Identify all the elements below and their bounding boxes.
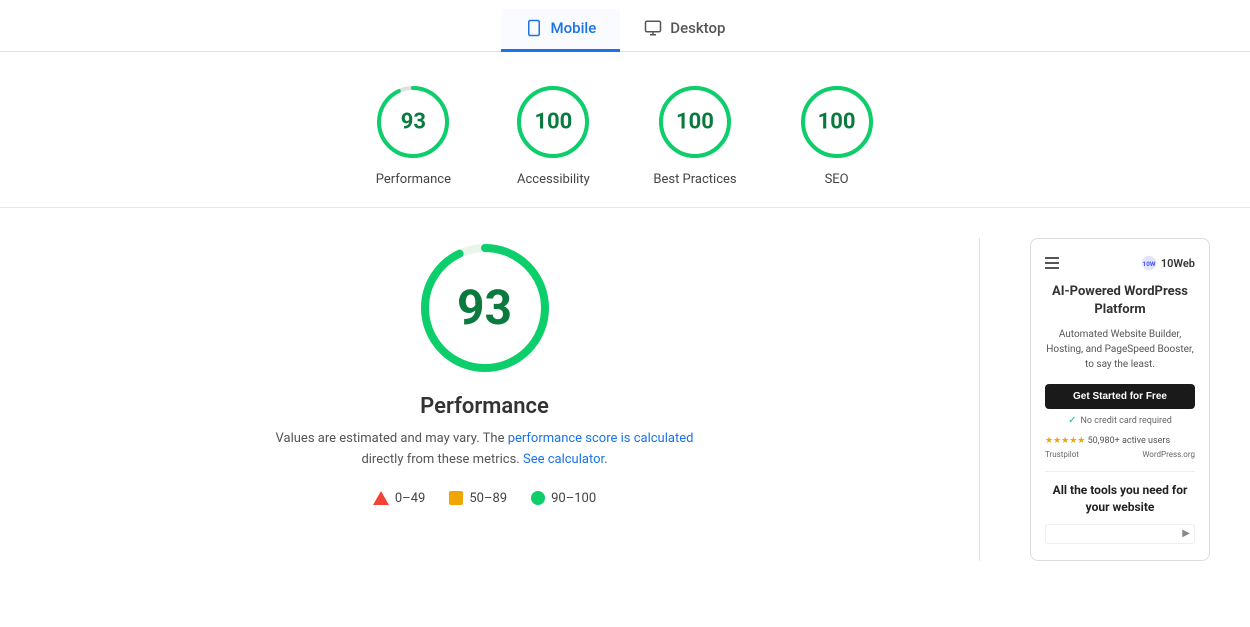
legend-good-range: 90–100: [551, 491, 596, 506]
score-circle-accessibility: 100: [513, 82, 593, 162]
ad-panel: 10W 10Web AI-Powered WordPress Platform …: [1030, 238, 1210, 561]
tab-bar: Mobile Desktop: [0, 0, 1250, 52]
ad-no-card: ✓ No credit card required: [1045, 415, 1195, 426]
vertical-divider: [979, 238, 980, 561]
ad-menu-icon[interactable]: [1045, 257, 1059, 269]
ad-user-count: 50,980+ active users: [1088, 436, 1171, 446]
ad-footer-title: All the tools you need for your website: [1045, 482, 1195, 516]
main-content: 93 Performance Values are estimated and …: [0, 208, 1250, 591]
legend-poor: 0–49: [373, 491, 425, 506]
tab-desktop[interactable]: Desktop: [620, 9, 749, 52]
desktop-icon: [644, 19, 662, 37]
description-middle: directly from these metrics.: [361, 452, 523, 467]
score-circle-performance: 93: [373, 82, 453, 162]
good-icon: [531, 491, 545, 505]
seo-score-value: 100: [818, 110, 856, 135]
tab-mobile[interactable]: Mobile: [501, 9, 621, 52]
expand-icon: ▶: [1182, 528, 1190, 539]
accessibility-score-label: Accessibility: [517, 172, 590, 187]
score-legend: 0–49 50–89 90–100: [373, 491, 596, 506]
ad-ratings: ★★★★★ 50,980+ active users: [1045, 436, 1195, 446]
description-before: Values are estimated and may vary. The: [276, 431, 508, 446]
score-description: Values are estimated and may vary. The p…: [275, 429, 695, 471]
score-item-performance[interactable]: 93 Performance: [373, 82, 453, 187]
ad-footer-bottom: ▶: [1045, 524, 1195, 544]
legend-good: 90–100: [531, 491, 596, 506]
seo-score-label: SEO: [825, 172, 849, 187]
wordpress-badge: WordPress.org: [1142, 450, 1195, 459]
svg-text:10W: 10W: [1142, 260, 1155, 268]
ad-subtitle: Automated Website Builder, Hosting, and …: [1045, 327, 1195, 372]
best-practices-score-value: 100: [676, 110, 714, 135]
big-performance-value: 93: [457, 284, 512, 332]
legend-average: 50–89: [449, 491, 507, 506]
trustpilot-badge: Trustpilot: [1045, 450, 1079, 459]
legend-average-range: 50–89: [469, 491, 507, 506]
score-circle-best-practices: 100: [655, 82, 735, 162]
mobile-icon: [525, 19, 543, 37]
ad-brand: 10W 10Web: [1141, 255, 1195, 271]
ad-header: 10W 10Web: [1045, 255, 1195, 271]
performance-score-value: 93: [401, 110, 426, 135]
left-section: 93 Performance Values are estimated and …: [40, 238, 929, 561]
stars-rating: ★★★★★ 50,980+ active users: [1045, 436, 1170, 446]
score-item-seo[interactable]: 100 SEO: [797, 82, 877, 187]
score-item-accessibility[interactable]: 100 Accessibility: [513, 82, 593, 187]
big-score-label: Performance: [420, 394, 549, 419]
score-circle-seo: 100: [797, 82, 877, 162]
poor-icon: [373, 491, 389, 505]
10web-logo-icon: 10W: [1141, 255, 1157, 271]
legend-poor-range: 0–49: [395, 491, 425, 506]
scores-row: 93 Performance 100 Accessibility 100 Bes…: [0, 52, 1250, 208]
ad-title: AI-Powered WordPress Platform: [1045, 283, 1195, 319]
description-after: .: [604, 452, 607, 467]
ad-no-card-text: No credit card required: [1081, 416, 1172, 426]
check-icon: ✓: [1068, 415, 1076, 426]
tab-desktop-label: Desktop: [670, 19, 725, 37]
performance-calc-link[interactable]: performance score is calculated: [508, 431, 694, 446]
ad-cta-button[interactable]: Get Started for Free: [1045, 384, 1195, 409]
average-icon: [449, 491, 463, 505]
performance-score-label: Performance: [376, 172, 451, 187]
ad-divider: [1045, 471, 1195, 472]
big-score-circle: 93: [415, 238, 555, 378]
tab-mobile-label: Mobile: [551, 19, 597, 37]
score-item-best-practices[interactable]: 100 Best Practices: [653, 82, 736, 187]
stars-icon: ★★★★★: [1045, 436, 1085, 446]
big-circle-inner: 93: [457, 284, 512, 332]
ad-badges: Trustpilot WordPress.org: [1045, 450, 1195, 459]
accessibility-score-value: 100: [534, 110, 572, 135]
ad-brand-name: 10Web: [1161, 257, 1195, 270]
ad-card: 10W 10Web AI-Powered WordPress Platform …: [1030, 238, 1210, 561]
best-practices-score-label: Best Practices: [653, 172, 736, 187]
see-calculator-link[interactable]: See calculator: [523, 452, 604, 467]
